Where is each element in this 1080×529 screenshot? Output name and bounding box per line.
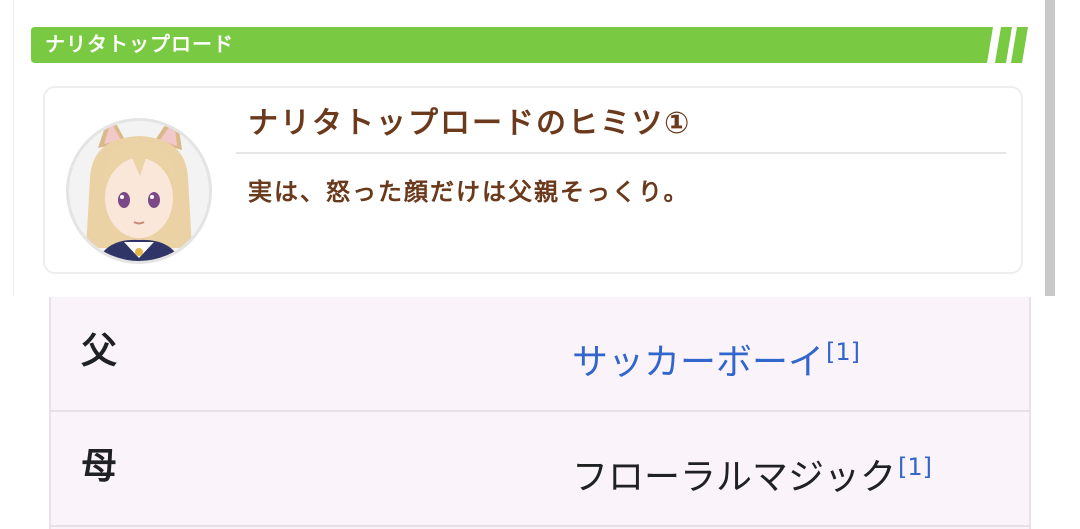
row-label: 母 (81, 446, 118, 487)
section-banner: ナリタトップロード (31, 27, 1028, 63)
father-link[interactable]: サッカーボーイ (572, 342, 824, 383)
table-row-father: 父 サッカーボーイ[1] (51, 297, 1029, 412)
row-value: サッカーボーイ[1] (572, 328, 860, 387)
card-title: ナリタトップロードのヒミツ① (248, 106, 692, 141)
row-value: フローラルマジック[1] (572, 443, 932, 502)
card-text: 実は、怒った顔だけは父親そっくり。 (248, 178, 690, 206)
row-divider (51, 525, 1029, 527)
reference-link[interactable]: [1] (898, 453, 932, 481)
card-divider (236, 152, 1006, 154)
mother-name: フローラルマジック (572, 457, 897, 498)
character-portrait-icon (66, 118, 212, 264)
table-row-mother: 母 フローラルマジック[1] (51, 412, 1029, 527)
infobox-table: 父 サッカーボーイ[1] 母 フローラルマジック[1] (49, 297, 1031, 529)
scrollbar[interactable] (1045, 0, 1055, 296)
banner-title: ナリタトップロード (45, 32, 234, 56)
reference-link[interactable]: [1] (826, 338, 860, 366)
row-label: 父 (81, 331, 118, 372)
